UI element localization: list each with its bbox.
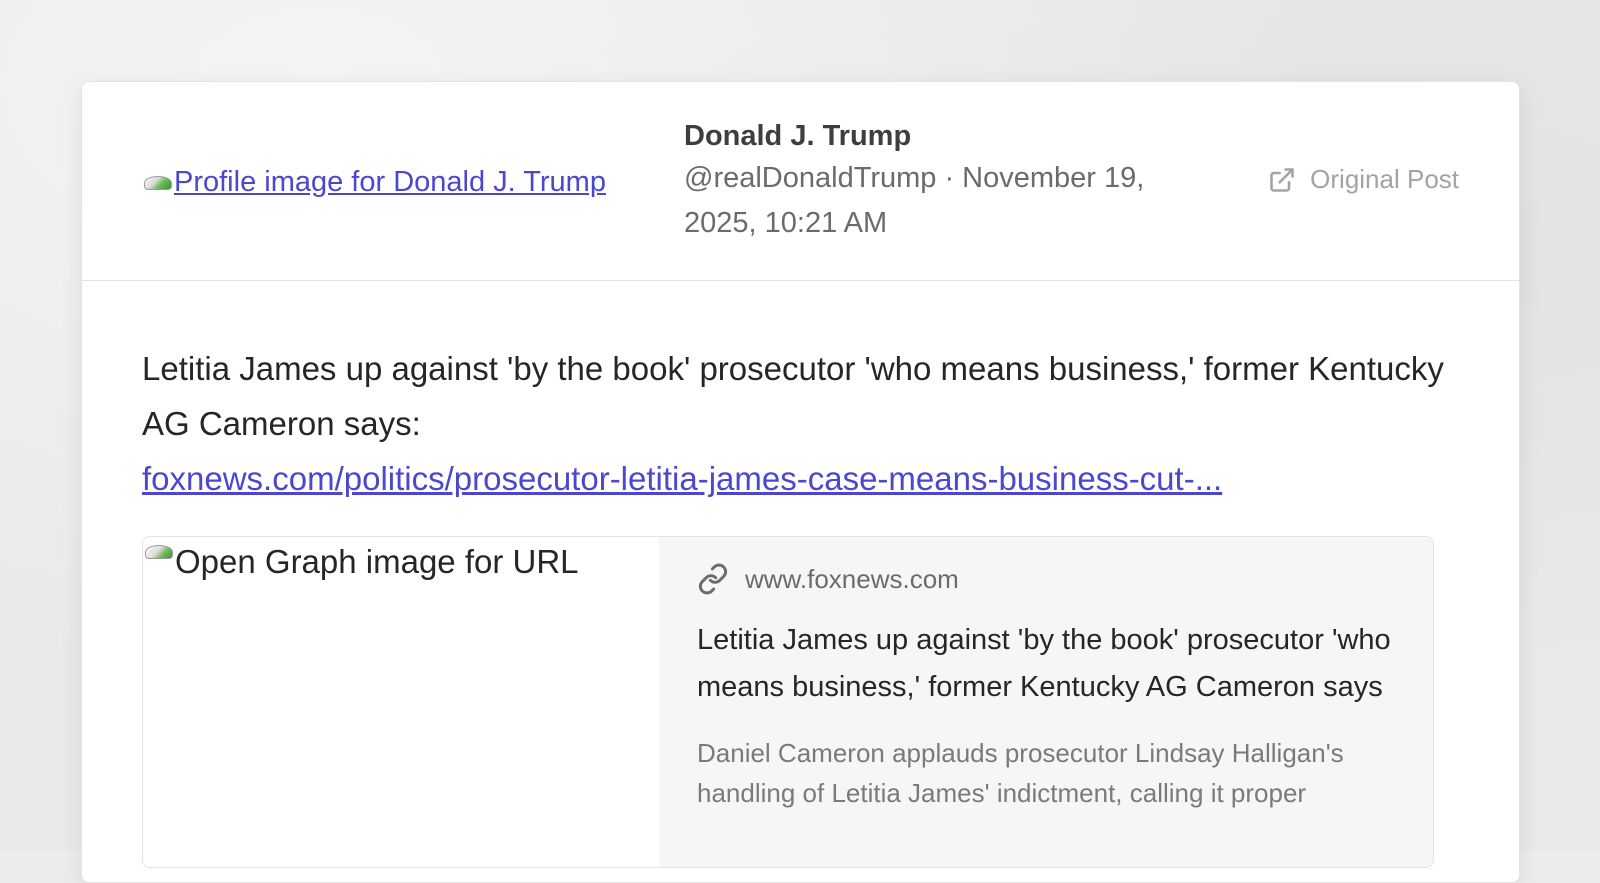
og-image-alt-text: Open Graph image for URL <box>175 543 579 581</box>
broken-image-icon <box>142 174 172 190</box>
link-icon <box>697 563 729 595</box>
post-header: Profile image for Donald J. Trump Donald… <box>82 82 1519 281</box>
author-block: Donald J. Trump @realDonaldTrump · Novem… <box>684 116 1204 246</box>
author-meta: @realDonaldTrump · November 19, 2025, 10… <box>684 156 1204 246</box>
og-domain: www.foxnews.com <box>697 563 1395 595</box>
og-title: Letitia James up against 'by the book' p… <box>697 617 1395 711</box>
post-card: Profile image for Donald J. Trump Donald… <box>81 81 1520 883</box>
og-domain-text: www.foxnews.com <box>745 564 959 595</box>
author-name[interactable]: Donald J. Trump <box>684 116 1204 156</box>
original-post-link[interactable]: Original Post <box>1268 164 1459 195</box>
og-description: Daniel Cameron applauds prosecutor Linds… <box>697 733 1395 813</box>
avatar[interactable]: Profile image for Donald J. Trump <box>142 162 662 202</box>
link-preview-card[interactable]: Open Graph image for URL www.foxnews.com… <box>142 536 1434 868</box>
post-body: Letitia James up against 'by the book' p… <box>82 281 1519 868</box>
external-link-icon <box>1268 166 1296 194</box>
post-link[interactable]: foxnews.com/politics/prosecutor-letitia-… <box>142 451 1459 506</box>
avatar-alt-text: Profile image for Donald J. Trump <box>174 166 606 199</box>
original-post-label: Original Post <box>1310 164 1459 195</box>
og-info: www.foxnews.com Letitia James up against… <box>659 537 1433 867</box>
og-image: Open Graph image for URL <box>143 537 659 867</box>
post-text: Letitia James up against 'by the book' p… <box>142 341 1459 451</box>
broken-image-icon <box>143 543 173 559</box>
